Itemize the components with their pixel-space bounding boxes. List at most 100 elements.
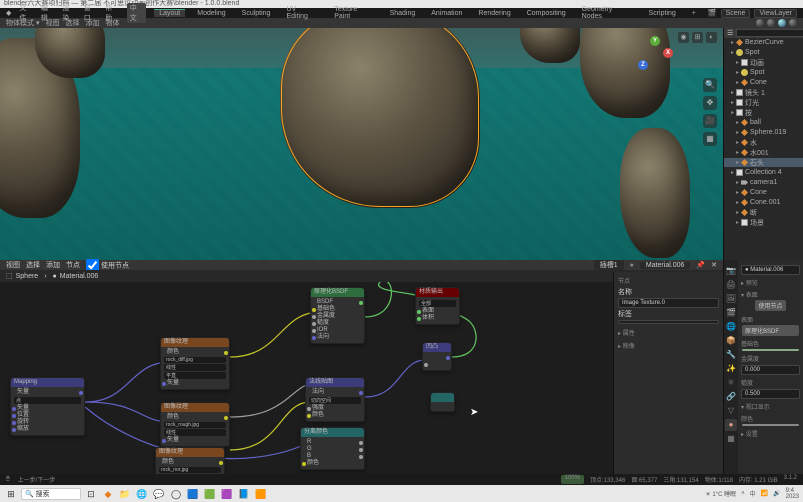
ws-add[interactable]: + [688,10,700,17]
imgtex-proj[interactable]: 平直 [164,372,226,379]
sec-settings[interactable]: ▸ 设置 [741,429,800,438]
hdr-add[interactable]: 添加 [85,18,99,28]
nodehdr-add[interactable]: 添加 [46,260,60,270]
ws-texpaint[interactable]: Texture Paint [330,6,377,20]
outliner-row[interactable]: ▸Cone.001 [724,198,803,208]
ws-sculpting[interactable]: Sculpting [238,10,275,17]
outliner-row[interactable]: ▸动画 [724,58,803,68]
mode-dropdown[interactable]: 物体模式 ▾ [6,18,39,28]
outliner-row[interactable]: ▸Sphere.019 [724,128,803,138]
imgtex-file[interactable]: rock_rough.jpg [164,422,226,428]
imgtex-file[interactable]: rock_diff.jpg [164,357,226,363]
socket-g[interactable]: G [304,446,361,453]
sec-preview[interactable]: ▸ 预览 [741,278,800,287]
sp-label-field[interactable] [618,320,719,324]
tray-wifi-icon[interactable]: 📶 [761,490,768,497]
proptab-physics-icon[interactable]: ⚛ [725,377,737,389]
taskbar-search[interactable]: 🔍 搜索 [21,488,81,500]
camera-icon[interactable]: 🎥 [703,114,717,128]
hdr-select[interactable]: 选择 [65,18,79,28]
ws-shading[interactable]: Shading [386,10,420,17]
ws-comp[interactable]: Compositing [523,10,570,17]
ws-uv[interactable]: UV Editing [282,6,322,20]
socket-ior[interactable]: IOR [314,327,361,334]
node-bump[interactable]: 凹凸 [422,342,452,371]
vp-xray-icon[interactable]: ◐ [706,32,717,43]
ws-script[interactable]: Scripting [645,10,680,17]
outliner-row[interactable]: ▸场景 [724,218,803,228]
mat-pin-icon[interactable]: 📌 [696,261,705,269]
vp-overlay-toggle-icon[interactable]: ⊞ [692,32,703,43]
app-blender-icon[interactable]: ◆ [101,487,115,501]
node-image-texture-2[interactable]: 图像纹理 颜色 rock_rough.jpg 线性 矢量 [160,402,230,447]
tray-vol-icon[interactable]: 🔊 [773,490,780,497]
use-nodes-button[interactable]: 使用节点 [755,300,785,311]
app-generic-icon[interactable]: 🟦 [186,487,200,501]
material-name-field[interactable]: ● Material.006 [741,265,800,275]
outliner-row[interactable]: ▸灯光 [724,98,803,108]
outliner-row[interactable]: ▸Cone [724,188,803,198]
socket-rough[interactable]: 糙度 [314,320,361,327]
taskview-icon[interactable]: ⊡ [84,487,98,501]
sp-name-field[interactable]: Image Texture.0 [618,298,719,308]
node-material-output[interactable]: 材质输出 全部 表面 体积 [415,287,460,325]
imgtex-interp[interactable]: 线性 [164,364,226,371]
outliner-row[interactable]: ▸ball [724,118,803,128]
basecolor-swatch[interactable] [742,349,799,351]
socket-vector-out[interactable]: 矢量 [14,389,81,396]
tray-time[interactable]: 9:42023 [786,488,799,500]
outliner-row[interactable]: ▸镜头 1 [724,88,803,98]
proptab-texture-icon[interactable]: ▦ [725,433,737,445]
socket-metal[interactable]: 金属度 [314,313,361,320]
node-image-texture-1[interactable]: 图像纹理 颜色 rock_diff.jpg 线性 平直 矢量 [160,337,230,390]
proptab-output-icon[interactable]: 🖨 [725,279,737,291]
hdr-view[interactable]: 视图 [45,18,59,28]
app-generic-icon[interactable]: 📘 [237,487,251,501]
socket-vector-in[interactable]: 矢量 [164,437,226,444]
mat-close-icon[interactable]: ✕ [711,261,717,269]
pan-icon[interactable]: ✥ [703,96,717,110]
persp-icon[interactable]: ▦ [703,132,717,146]
proptab-object-icon[interactable]: 📦 [725,335,737,347]
metal-slider[interactable]: 0.000 [741,365,800,375]
node-math[interactable] [430,392,455,412]
app-explorer-icon[interactable]: 📁 [118,487,132,501]
viewport-color[interactable] [742,424,799,426]
outliner-row[interactable]: ▸按 [724,108,803,118]
socket-color-in[interactable]: 颜色 [309,412,361,419]
socket-loc[interactable]: 位置 [14,412,81,419]
socket-r[interactable]: R [304,439,361,446]
nodehdr-node[interactable]: 节点 [66,260,80,270]
nodehdr-view[interactable]: 视图 [6,260,20,270]
rough-slider[interactable]: 0.500 [741,389,800,399]
hdr-object[interactable]: 物体 [105,18,119,28]
viewlayer-field[interactable]: ViewLayer [754,9,797,18]
shading-solid-icon[interactable] [767,19,775,27]
shading-matprev-icon[interactable] [778,19,786,27]
normal-space[interactable]: 切向空间 [309,397,361,404]
socket-normal[interactable]: 法向 [314,334,361,341]
imgtex-interp[interactable]: 线性 [164,429,226,436]
socket-vector-in[interactable]: 矢量 [164,380,226,387]
socket-surface[interactable]: 表面 [419,308,456,315]
socket-color-in[interactable]: 颜色 [304,460,361,467]
ws-anim[interactable]: Animation [427,10,466,17]
blender-logo-icon[interactable]: ◆ [6,9,11,17]
axis-x[interactable]: X [663,48,673,58]
sec-surface[interactable]: ▾ 表面 [741,290,800,299]
socket-b[interactable]: B [304,453,361,460]
socket-scale[interactable]: 缩放 [14,426,81,433]
app-generic-icon[interactable]: ◯ [169,487,183,501]
ws-layout[interactable]: Layout [154,9,185,17]
proptab-data-icon[interactable]: ▽ [725,405,737,417]
proptab-world-icon[interactable]: 🌐 [725,321,737,333]
socket-volume[interactable]: 体积 [419,315,456,322]
app-edge-icon[interactable]: 🌐 [135,487,149,501]
proptab-scene-icon[interactable]: 🎬 [725,307,737,319]
socket-strength[interactable]: 强度 [309,405,361,412]
outliner-row[interactable]: ▸BezierCurve [724,38,803,48]
socket-color-out[interactable]: 颜色 [164,414,226,421]
outliner-row[interactable]: ▸水 [724,138,803,148]
axis-z[interactable]: Z [638,60,648,70]
path-material[interactable]: ● Material.006 [53,273,99,280]
